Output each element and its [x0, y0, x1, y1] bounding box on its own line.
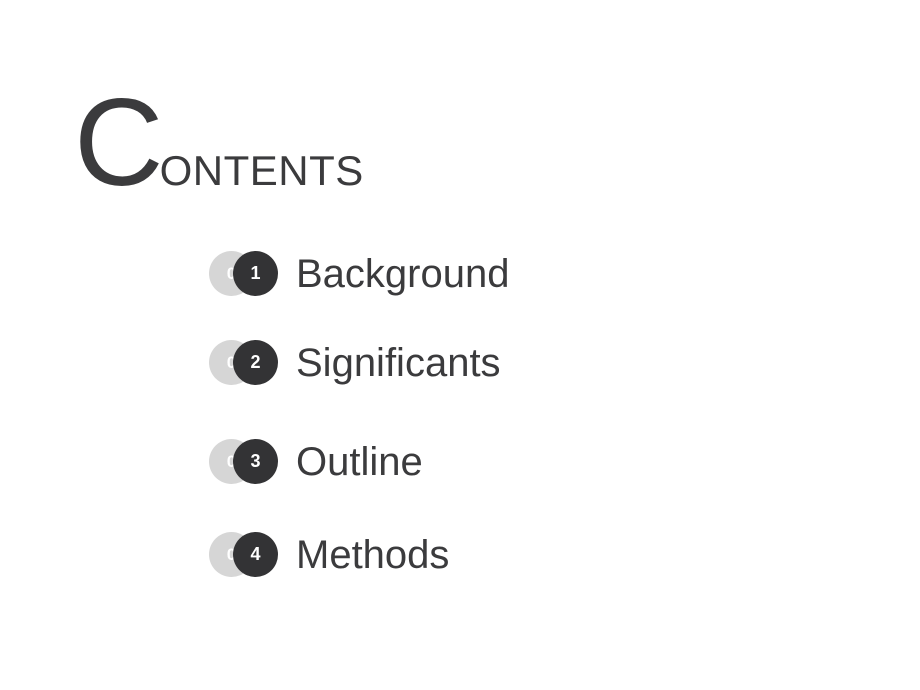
contents-item-significants[interactable]: 0 2 Significants: [209, 340, 501, 386]
contents-item-label[interactable]: Significants: [296, 343, 501, 383]
badge-number-circle: 3: [233, 439, 278, 484]
contents-item-badge: 0 1: [209, 251, 278, 297]
contents-item-label[interactable]: Outline: [296, 442, 423, 482]
contents-item-badge: 0 4: [209, 532, 278, 578]
badge-number-circle: 2: [233, 340, 278, 385]
badge-number-label: 3: [250, 451, 261, 471]
badge-number-label: 2: [250, 352, 261, 372]
badge-number-circle: 1: [233, 251, 278, 296]
title-remainder-text: ONTENTS: [159, 147, 364, 194]
slide-canvas: C ONTENTS 0 1 Background 0 2 Significant…: [0, 0, 920, 690]
contents-item-label[interactable]: Methods: [296, 535, 449, 575]
contents-item-methods[interactable]: 0 4 Methods: [209, 532, 449, 578]
page-title: C ONTENTS: [74, 74, 364, 212]
badge-number-label: 1: [250, 263, 261, 283]
contents-item-badge: 0 3: [209, 439, 278, 485]
contents-item-outline[interactable]: 0 3 Outline: [209, 439, 423, 485]
contents-item-label[interactable]: Background: [296, 254, 509, 294]
contents-item-badge: 0 2: [209, 340, 278, 386]
contents-item-background[interactable]: 0 1 Background: [209, 251, 509, 297]
badge-number-label: 4: [250, 544, 261, 564]
title-dropcap-letter: C: [74, 74, 164, 212]
badge-number-circle: 4: [233, 532, 278, 577]
